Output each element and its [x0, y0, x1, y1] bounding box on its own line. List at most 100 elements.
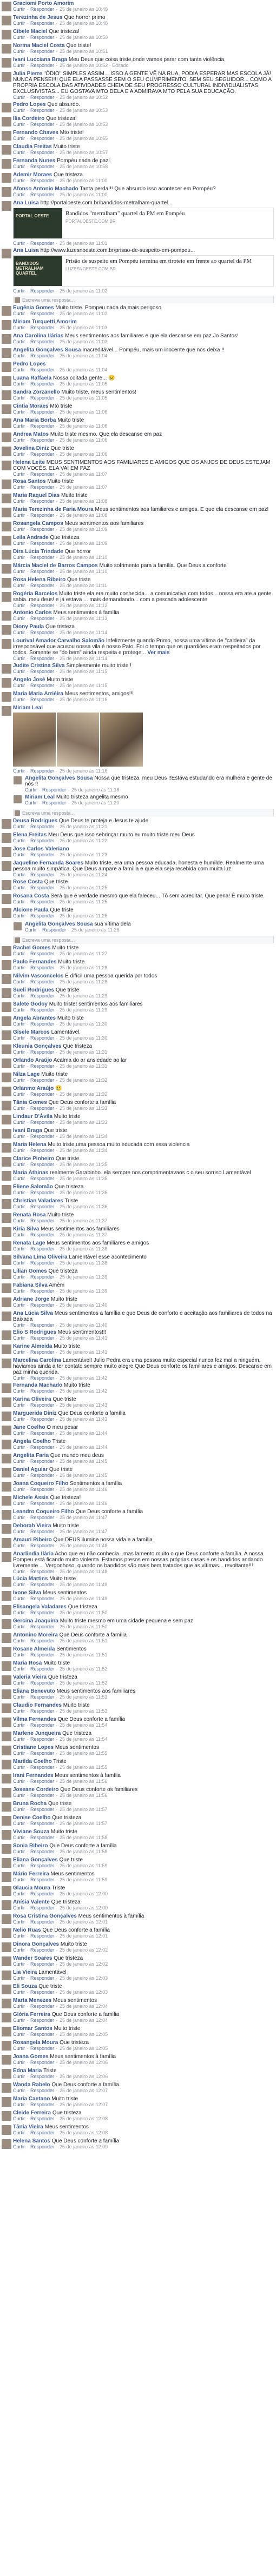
comment-photo[interactable]: [13, 713, 143, 767]
avatar[interactable]: [2, 103, 11, 112]
commenter-name[interactable]: Fernanda Nunes: [13, 158, 55, 164]
commenter-name[interactable]: Nelio Ruas: [13, 1927, 41, 1933]
reply-button[interactable]: Responder: [30, 1694, 54, 1700]
timestamp[interactable]: 25 de janeiro às 11:38: [60, 1260, 107, 1266]
avatar[interactable]: [2, 1661, 11, 1671]
commenter-name[interactable]: Tânia Gomes: [13, 1100, 47, 1106]
avatar[interactable]: [2, 1689, 11, 1699]
avatar[interactable]: [14, 795, 22, 803]
like-button[interactable]: Curtir: [13, 178, 25, 183]
avatar[interactable]: [2, 2055, 11, 2065]
commenter-name[interactable]: Julia Pierre: [13, 71, 42, 77]
reply-button[interactable]: Responder: [30, 1375, 54, 1381]
like-button[interactable]: Curtir: [13, 1736, 25, 1742]
avatar[interactable]: [2, 1844, 11, 1854]
commenter-name[interactable]: Gercina Joaquina: [13, 1618, 58, 1624]
like-button[interactable]: Curtir: [13, 913, 25, 918]
like-button[interactable]: Curtir: [13, 1765, 25, 1770]
commenter-name[interactable]: Paulo Fernandes: [13, 959, 57, 965]
commenter-name[interactable]: Sueli Rodrigues: [13, 987, 54, 993]
reply-button[interactable]: Responder: [30, 136, 54, 141]
like-button[interactable]: Curtir: [13, 1049, 25, 1055]
commenter-name[interactable]: Ivani Lucciana Braga: [13, 57, 67, 63]
commenter-name[interactable]: Lúcia Martins: [13, 1576, 48, 1582]
reply-button[interactable]: Responder: [30, 1638, 54, 1643]
commenter-name[interactable]: Edna Maria: [13, 2068, 42, 2074]
avatar[interactable]: [2, 1171, 11, 1181]
timestamp[interactable]: 25 de janeiro às 11:21: [60, 824, 107, 829]
reply-button[interactable]: Responder: [30, 838, 54, 843]
reply-button[interactable]: Responder: [30, 555, 54, 560]
timestamp[interactable]: 25 de janeiro às 12:06: [60, 2074, 108, 2079]
timestamp[interactable]: 25 de janeiro às 11:14: [60, 656, 107, 661]
commenter-name[interactable]: Irani Fernandes: [13, 1773, 53, 1779]
avatar[interactable]: [2, 432, 11, 442]
reply-button[interactable]: Responder: [30, 1529, 54, 1534]
avatar[interactable]: [2, 1788, 11, 1798]
commenter-name[interactable]: Miriam Leal: [13, 705, 43, 711]
reply-button[interactable]: Responder: [30, 49, 54, 54]
reply-button[interactable]: Responder: [30, 1416, 54, 1422]
like-button[interactable]: Curtir: [13, 150, 25, 155]
like-button[interactable]: Curtir: [13, 484, 25, 490]
avatar[interactable]: [2, 1283, 11, 1293]
reply-button[interactable]: Responder: [30, 1459, 54, 1464]
avatar[interactable]: [2, 2097, 11, 2107]
reply-button[interactable]: Responder: [30, 164, 54, 169]
like-button[interactable]: Curtir: [13, 1190, 25, 1195]
reply-button[interactable]: Responder: [30, 1750, 54, 1756]
avatar[interactable]: [2, 1675, 11, 1685]
reply-button[interactable]: Responder: [42, 927, 66, 933]
avatar[interactable]: [2, 376, 11, 386]
avatar[interactable]: [2, 1269, 11, 1279]
timestamp[interactable]: 25 de janeiro às 11:06: [60, 451, 107, 457]
avatar[interactable]: [2, 1143, 11, 1153]
commenter-name[interactable]: Denise Coelho: [13, 1815, 50, 1821]
timestamp[interactable]: 25 de janeiro às 11:11: [60, 583, 107, 588]
link-preview-title[interactable]: Bandidos "metralham" quartel da PM em Po…: [65, 210, 270, 217]
timestamp[interactable]: 25 de janeiro às 11:29: [60, 1007, 107, 1013]
avatar[interactable]: [2, 1330, 11, 1340]
timestamp[interactable]: 25 de janeiro às 11:13: [60, 616, 107, 621]
commenter-name[interactable]: Cleide Ferreira: [13, 2110, 51, 2116]
timestamp[interactable]: 25 de janeiro às 11:18: [71, 787, 119, 793]
reply-button[interactable]: Responder: [30, 395, 54, 401]
like-button[interactable]: Curtir: [13, 2102, 25, 2107]
timestamp[interactable]: 25 de janeiro às 12:02: [60, 1947, 108, 1953]
like-button[interactable]: Curtir: [13, 2060, 25, 2065]
reply-button[interactable]: Responder: [30, 1989, 54, 1995]
like-button[interactable]: Curtir: [13, 1501, 25, 1506]
avatar[interactable]: [2, 1732, 11, 1741]
like-button[interactable]: Curtir: [13, 1807, 25, 1812]
reply-button[interactable]: Responder: [30, 1765, 54, 1770]
commenter-name[interactable]: Joana Coqueiro Filho: [13, 1481, 68, 1487]
reply-button[interactable]: Responder: [30, 1162, 54, 1167]
like-button[interactable]: Curtir: [13, 838, 25, 843]
like-button[interactable]: Curtir: [13, 6, 25, 12]
timestamp[interactable]: 25 de janeiro às 11:30: [60, 1035, 107, 1041]
like-button[interactable]: Curtir: [13, 1148, 25, 1153]
timestamp[interactable]: 25 de janeiro às 11:52: [60, 1680, 107, 1686]
avatar[interactable]: [2, 334, 11, 344]
like-button[interactable]: Curtir: [13, 1596, 25, 1601]
like-button[interactable]: Curtir: [13, 1007, 25, 1013]
timestamp[interactable]: 25 de janeiro às 11:06: [60, 437, 107, 443]
avatar[interactable]: [2, 678, 11, 688]
avatar[interactable]: [2, 592, 11, 602]
commenter-name[interactable]: Nilvim Vasconcelos: [13, 973, 63, 979]
commenter-name[interactable]: Orlando Araújo: [13, 1057, 52, 1063]
avatar[interactable]: [2, 1482, 11, 1492]
timestamp[interactable]: 25 de janeiro às 11:16: [60, 697, 107, 702]
see-more-link[interactable]: Ver mais: [147, 650, 169, 656]
like-button[interactable]: Curtir: [13, 409, 25, 415]
timestamp[interactable]: 25 de janeiro às 11:59: [60, 1863, 107, 1868]
reply-button[interactable]: Responder: [30, 437, 54, 443]
avatar[interactable]: [2, 187, 11, 197]
commenter-name[interactable]: Elisangela Valadares: [13, 1604, 67, 1610]
reply-button[interactable]: Responder: [30, 2046, 54, 2051]
commenter-name[interactable]: Leandro Coqueiro Filho: [13, 1509, 74, 1515]
avatar[interactable]: [2, 1344, 11, 1354]
reply-button[interactable]: Responder: [30, 339, 54, 344]
timestamp[interactable]: 25 de janeiro às 11:09: [60, 527, 107, 532]
avatar[interactable]: [2, 988, 11, 998]
